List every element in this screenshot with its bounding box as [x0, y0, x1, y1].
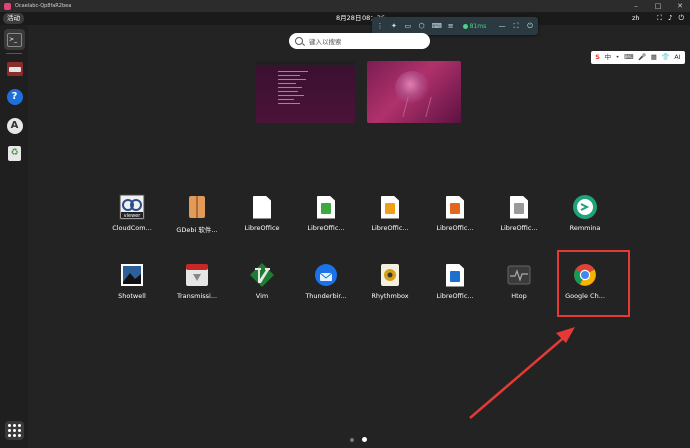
page-indicator: [350, 437, 367, 442]
page-dot-active[interactable]: [362, 437, 367, 442]
page-dot[interactable]: [350, 437, 354, 442]
annotation-arrow-icon: [469, 327, 575, 419]
